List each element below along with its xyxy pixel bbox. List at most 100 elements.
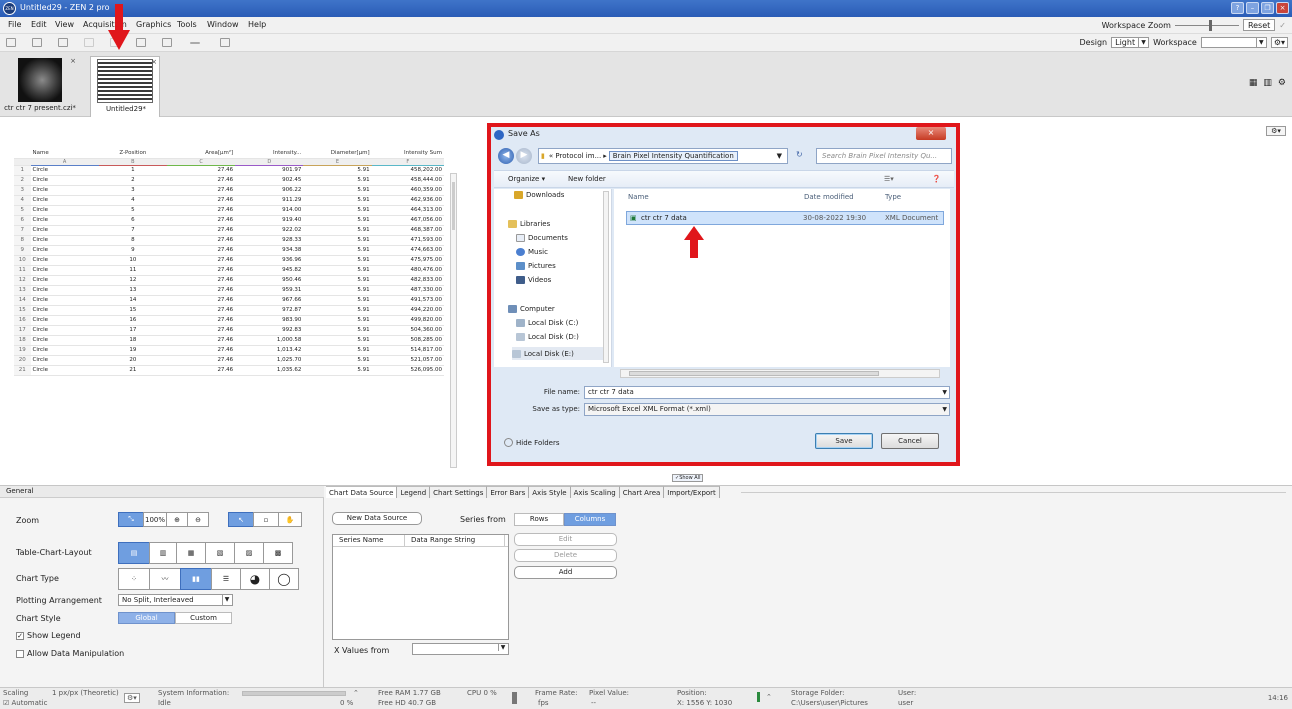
table-cell[interactable]: 526,095.00 — [371, 365, 444, 376]
col-name-header[interactable]: Name — [628, 193, 649, 201]
table-cell[interactable]: 5.91 — [303, 225, 372, 236]
bar-chart-icon[interactable]: ▮▮ — [180, 568, 212, 590]
tab-legend[interactable]: Legend — [397, 486, 431, 498]
new-icon[interactable] — [6, 38, 16, 47]
organize-menu[interactable]: Organize ▾ — [508, 175, 545, 183]
open-icon[interactable] — [32, 38, 42, 47]
table-cell[interactable]: 17 — [98, 325, 167, 336]
table-row[interactable]: 14 Circle 14 27.46 967.66 5.91 491,573.00 — [14, 295, 444, 306]
nav-local-disk-c[interactable]: Local Disk (C:) — [516, 319, 578, 327]
table-cell[interactable]: Circle — [30, 205, 99, 216]
refresh-icon[interactable]: ↻ — [796, 150, 803, 159]
table-cell[interactable]: 27.46 — [166, 205, 236, 216]
col-header-intensity[interactable]: Intensity... — [235, 148, 304, 159]
table-cell[interactable]: Circle — [30, 215, 99, 226]
show-legend-checkbox[interactable]: ✓ Show Legend — [16, 631, 81, 640]
table-cell[interactable]: 27.46 — [166, 215, 236, 226]
table-cell[interactable]: 1,035.62 — [235, 365, 304, 376]
table-cell[interactable]: 508,285.00 — [371, 335, 444, 346]
table-row[interactable]: 1 Circle 1 27.46 901.97 5.91 458,202.00 — [14, 165, 444, 176]
tab-error-bars[interactable]: Error Bars — [487, 486, 530, 498]
table-cell[interactable]: 911.29 — [235, 195, 304, 206]
table-cell[interactable]: 27.46 — [166, 255, 236, 266]
layout-table-icon[interactable]: ▤ — [118, 542, 150, 564]
nav-documents[interactable]: Documents — [516, 234, 568, 242]
menu-file[interactable]: File — [8, 20, 21, 29]
scaling-settings-gear-icon[interactable]: ⚙▾ — [124, 693, 140, 703]
tab-chart-data-source[interactable]: Chart Data Source — [326, 486, 398, 498]
table-cell[interactable]: Circle — [30, 295, 99, 306]
table-cell[interactable]: 5.91 — [303, 235, 372, 246]
nav-videos[interactable]: Videos — [516, 276, 551, 284]
table-cell[interactable]: Circle — [30, 195, 99, 206]
table-cell[interactable]: 27.46 — [166, 195, 236, 206]
table-cell[interactable]: 27.46 — [166, 345, 236, 356]
table-cell[interactable]: 906.22 — [235, 185, 304, 196]
table-cell[interactable]: 19 — [98, 345, 167, 356]
table-cell[interactable]: 5.91 — [303, 345, 372, 356]
table-cell[interactable]: 474,663.00 — [371, 245, 444, 256]
tab-chart-settings[interactable]: Chart Settings — [430, 486, 488, 498]
table-cell[interactable]: Circle — [30, 225, 99, 236]
table-cell[interactable]: 464,313.00 — [371, 205, 444, 216]
table-cell[interactable]: 27.46 — [166, 355, 236, 366]
table-cell[interactable]: 5.91 — [303, 205, 372, 216]
col-header-area[interactable]: Area[µm²] — [166, 148, 236, 159]
table-cell[interactable]: Circle — [30, 285, 99, 296]
x-values-select[interactable]: ▼ — [412, 643, 509, 655]
table-row[interactable]: 19 Circle 19 27.46 1,013.42 5.91 514,817.00 — [14, 345, 444, 356]
table-cell[interactable]: Circle — [30, 245, 99, 256]
reset-button[interactable]: Reset — [1242, 19, 1276, 31]
layout-table-chart-icon[interactable]: ▦ — [176, 542, 206, 564]
design-select[interactable]: Light ▼ — [1111, 37, 1150, 48]
tab-chart-area[interactable]: Chart Area — [619, 486, 665, 498]
table-cell[interactable]: 27.46 — [166, 315, 236, 326]
table-row[interactable]: 5 Circle 5 27.46 914.00 5.91 464,313.00 — [14, 205, 444, 216]
hide-folders-toggle[interactable]: Hide Folders — [504, 438, 559, 447]
layout-bottom-top-icon[interactable]: ▩ — [263, 542, 293, 564]
save-button[interactable]: Save — [815, 433, 873, 449]
table-row[interactable]: 15 Circle 15 27.46 972.87 5.91 494,220.00 — [14, 305, 444, 316]
path-parent[interactable]: « Protocol im... — [547, 152, 603, 160]
split-view-icon[interactable]: ▥ — [1263, 78, 1272, 88]
table-cell[interactable]: 5.91 — [303, 315, 372, 326]
table-cell[interactable]: 8 — [98, 235, 167, 246]
table-row[interactable]: 7 Circle 7 27.46 922.02 5.91 468,387.00 — [14, 225, 444, 236]
table-cell[interactable]: 458,444.00 — [371, 175, 444, 186]
new-folder-button[interactable]: New folder — [568, 175, 606, 183]
table-cell[interactable]: 482,833.00 — [371, 275, 444, 286]
nav-computer[interactable]: Computer — [508, 305, 555, 313]
col-header-diameter[interactable]: Diameter[µm] — [303, 148, 372, 159]
table-cell[interactable]: 6 — [98, 215, 167, 226]
table-cell[interactable]: 475,975.00 — [371, 255, 444, 266]
table-cell[interactable]: 5.91 — [303, 195, 372, 206]
back-arrow-icon[interactable]: ◀ — [498, 148, 514, 164]
table-cell[interactable]: 936.96 — [235, 255, 304, 266]
add-button[interactable]: Add — [514, 566, 617, 579]
tab-axis-style[interactable]: Axis Style — [529, 486, 571, 498]
table-row[interactable]: 13 Circle 13 27.46 959.31 5.91 487,330.00 — [14, 285, 444, 296]
redo-icon[interactable] — [162, 38, 172, 47]
forward-arrow-icon[interactable]: ▶ — [516, 148, 532, 164]
table-cell[interactable]: 27.46 — [166, 305, 236, 316]
table-cell[interactable]: Circle — [30, 275, 99, 286]
table-cell[interactable]: 27.46 — [166, 295, 236, 306]
options-gear-icon[interactable]: ⚙ — [1278, 78, 1286, 88]
table-cell[interactable]: 468,387.00 — [371, 225, 444, 236]
table-cell[interactable]: Circle — [30, 235, 99, 246]
table-cell[interactable]: 458,202.00 — [371, 165, 444, 176]
table-cell[interactable]: 462,936.00 — [371, 195, 444, 206]
series-list[interactable]: Series Name Data Range String — [332, 534, 509, 640]
table-cell[interactable]: 27.46 — [166, 365, 236, 376]
help-icon[interactable]: ❓ — [932, 175, 941, 183]
table-cell[interactable]: 1 — [98, 165, 167, 176]
table-cell[interactable]: 5.91 — [303, 325, 372, 336]
table-cell[interactable]: Circle — [30, 345, 99, 356]
table-cell[interactable]: 3 — [98, 185, 167, 196]
col-header-name[interactable]: Name — [30, 148, 99, 159]
automatic-checkbox[interactable]: ☑ Automatic — [3, 699, 47, 707]
table-cell[interactable]: 5.91 — [303, 285, 372, 296]
table-cell[interactable]: 4 — [98, 195, 167, 206]
menu-view[interactable]: View — [55, 20, 74, 29]
table-cell[interactable]: 5.91 — [303, 215, 372, 226]
